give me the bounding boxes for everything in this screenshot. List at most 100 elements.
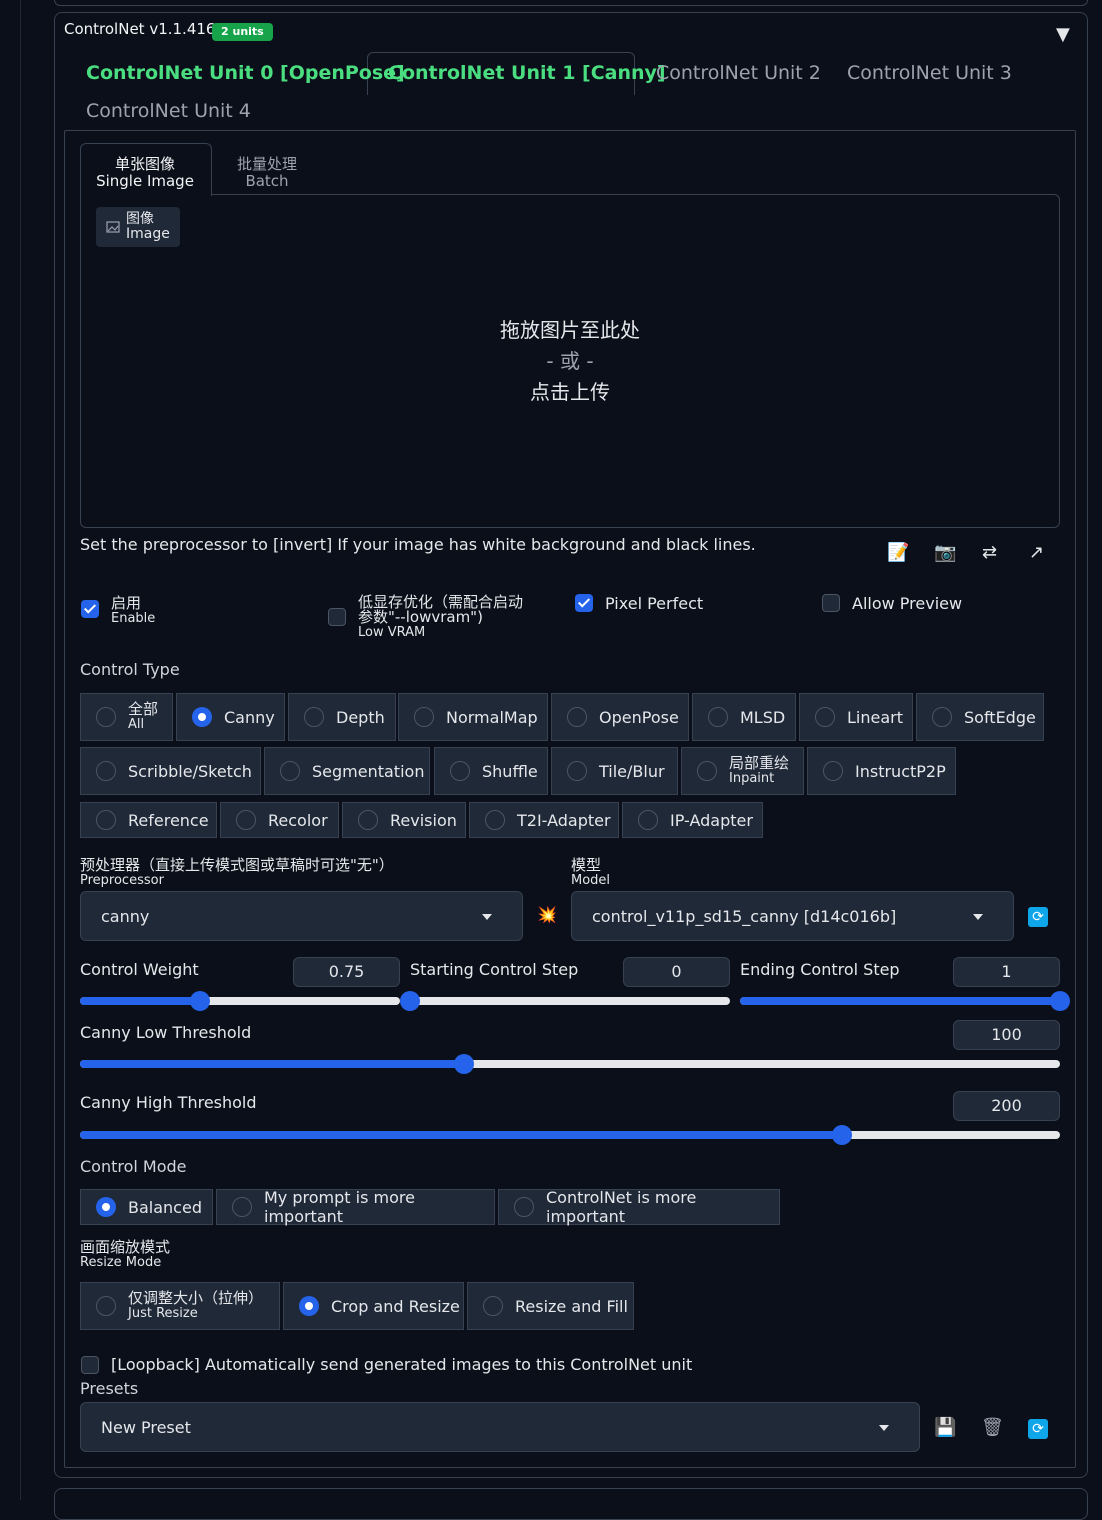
control-type-openpose-label: OpenPose xyxy=(599,707,679,727)
refresh-presets-icon[interactable]: ⟳ xyxy=(1028,1419,1048,1439)
resize-mode-crop[interactable]: Crop and Resize xyxy=(283,1282,464,1330)
collapse-triangle-icon[interactable]: ▼ xyxy=(1056,24,1070,45)
radio-inpaint[interactable] xyxy=(697,761,717,781)
tab-unit-0[interactable]: ControlNet Unit 0 [OpenPose] xyxy=(86,61,405,85)
control-type-normalmap[interactable]: NormalMap xyxy=(398,693,548,741)
tab-unit-3[interactable]: ControlNet Unit 3 xyxy=(847,61,1012,85)
previous-panel-edge xyxy=(54,0,1088,6)
canny-high-slider[interactable] xyxy=(80,1125,1060,1145)
drop-instructions[interactable]: 拖放图片至此处 - 或 - 点击上传 xyxy=(80,315,1060,408)
control-type-scribble[interactable]: Scribble/Sketch xyxy=(80,747,261,795)
panel-title[interactable]: ControlNet v1.1.416 xyxy=(64,20,215,38)
loopback-checkbox[interactable] xyxy=(81,1356,99,1374)
control-type-t2i-adapter[interactable]: T2I-Adapter xyxy=(469,802,619,838)
resize-mode-just-resize[interactable]: 仅调整大小（拉伸） Just Resize xyxy=(80,1282,280,1330)
radio-scribble[interactable] xyxy=(96,761,116,781)
swap-icon[interactable]: ⇄ xyxy=(982,542,997,563)
tab-unit-4[interactable]: ControlNet Unit 4 xyxy=(86,99,251,123)
control-type-canny[interactable]: Canny xyxy=(176,693,285,741)
control-type-shuffle[interactable]: Shuffle xyxy=(434,747,548,795)
tab-unit-1[interactable]: ControlNet Unit 1 [Canny] xyxy=(388,61,666,85)
pixel-perfect-label: Pixel Perfect xyxy=(605,594,704,613)
resize-mode-fill[interactable]: Resize and Fill xyxy=(467,1282,634,1330)
control-type-ip-adapter[interactable]: IP-Adapter xyxy=(622,802,763,838)
radio-softedge[interactable] xyxy=(932,707,952,727)
radio-prompt-important[interactable] xyxy=(232,1197,252,1217)
control-type-instructp2p[interactable]: InstructP2P xyxy=(807,747,956,795)
control-weight-slider-handle[interactable] xyxy=(190,991,210,1011)
canny-low-input[interactable]: 100 xyxy=(953,1020,1060,1050)
ending-step-slider-handle[interactable] xyxy=(1050,991,1070,1011)
send-dimensions-icon[interactable]: ↗ xyxy=(1029,542,1044,563)
edit-icon[interactable]: 📝 xyxy=(887,542,909,563)
control-type-openpose[interactable]: OpenPose xyxy=(551,693,689,741)
radio-just-resize[interactable] xyxy=(96,1296,116,1316)
allow-preview-checkbox[interactable] xyxy=(822,594,840,612)
control-type-segmentation-label: Segmentation xyxy=(312,761,425,781)
radio-tile[interactable] xyxy=(567,761,587,781)
radio-canny[interactable] xyxy=(192,707,212,727)
radio-instructp2p[interactable] xyxy=(823,761,843,781)
control-type-lineart[interactable]: Lineart xyxy=(799,693,913,741)
run-preprocessor-icon[interactable]: 💥 xyxy=(537,905,557,924)
enable-checkbox[interactable] xyxy=(81,600,99,618)
starting-step-slider[interactable] xyxy=(400,991,730,1011)
tab-unit-2[interactable]: ControlNet Unit 2 xyxy=(656,61,821,85)
control-mode-controlnet[interactable]: ControlNet is more important xyxy=(498,1188,780,1226)
starting-step-label: Starting Control Step xyxy=(410,960,579,979)
radio-t2i-adapter[interactable] xyxy=(485,810,505,830)
ending-step-input[interactable]: 1 xyxy=(953,957,1060,987)
delete-preset-icon[interactable]: 🗑 xyxy=(981,1417,1004,1438)
radio-resize-fill[interactable] xyxy=(483,1296,503,1316)
ending-step-slider[interactable] xyxy=(740,991,1070,1011)
canny-low-slider[interactable] xyxy=(80,1054,1060,1074)
preprocessor-label-en: Preprocessor xyxy=(80,873,164,888)
model-select[interactable]: control_v11p_sd15_canny [d14c016b] xyxy=(571,891,1014,941)
radio-revision[interactable] xyxy=(358,810,378,830)
control-weight-label: Control Weight xyxy=(80,960,199,979)
control-type-all[interactable]: 全部 All xyxy=(80,693,173,741)
control-mode-controlnet-label: ControlNet is more important xyxy=(546,1188,697,1226)
lowvram-checkbox[interactable] xyxy=(328,608,346,626)
starting-step-input[interactable]: 0 xyxy=(623,957,730,987)
control-type-inpaint[interactable]: 局部重绘 Inpaint xyxy=(681,747,804,795)
control-type-mlsd[interactable]: MLSD xyxy=(692,693,796,741)
control-mode-prompt-label: My prompt is more important xyxy=(264,1188,415,1226)
radio-ip-adapter[interactable] xyxy=(638,810,658,830)
control-type-reference[interactable]: Reference xyxy=(80,802,217,838)
control-mode-prompt[interactable]: My prompt is more important xyxy=(216,1188,495,1226)
control-type-recolor[interactable]: Recolor xyxy=(220,802,339,838)
starting-step-slider-handle[interactable] xyxy=(400,991,420,1011)
control-type-segmentation[interactable]: Segmentation xyxy=(264,747,430,795)
radio-mlsd[interactable] xyxy=(708,707,728,727)
resize-mode-label: 画面缩放模式 Resize Mode xyxy=(80,1240,170,1271)
control-type-revision[interactable]: Revision xyxy=(342,802,466,838)
radio-all[interactable] xyxy=(96,707,116,727)
radio-recolor[interactable] xyxy=(236,810,256,830)
tab-batch[interactable]: 批量处理 Batch xyxy=(222,156,312,190)
control-type-softedge[interactable]: SoftEdge xyxy=(916,693,1044,741)
presets-select[interactable]: New Preset xyxy=(80,1402,920,1452)
control-mode-balanced[interactable]: Balanced xyxy=(80,1189,213,1225)
preprocessor-select[interactable]: canny xyxy=(80,891,523,941)
tab-single-image[interactable]: 单张图像 Single Image xyxy=(80,156,210,190)
radio-crop-resize[interactable] xyxy=(299,1296,319,1316)
control-weight-slider[interactable] xyxy=(80,991,400,1011)
refresh-models-icon[interactable]: ⟳ xyxy=(1028,907,1048,927)
control-type-tile[interactable]: Tile/Blur xyxy=(551,747,678,795)
pixel-perfect-checkbox[interactable] xyxy=(575,594,593,612)
radio-balanced[interactable] xyxy=(96,1197,116,1217)
radio-reference[interactable] xyxy=(96,810,116,830)
save-preset-icon[interactable]: 💾 xyxy=(934,1417,956,1438)
control-type-depth[interactable]: Depth xyxy=(288,693,396,741)
radio-controlnet-important[interactable] xyxy=(514,1197,534,1217)
radio-depth[interactable] xyxy=(304,707,324,727)
radio-lineart[interactable] xyxy=(815,707,835,727)
canny-high-input[interactable]: 200 xyxy=(953,1091,1060,1121)
radio-shuffle[interactable] xyxy=(450,761,470,781)
control-weight-input[interactable]: 0.75 xyxy=(293,957,400,987)
radio-segmentation[interactable] xyxy=(280,761,300,781)
radio-normalmap[interactable] xyxy=(414,707,434,727)
radio-openpose[interactable] xyxy=(567,707,587,727)
camera-icon[interactable]: 📷 xyxy=(934,542,956,563)
